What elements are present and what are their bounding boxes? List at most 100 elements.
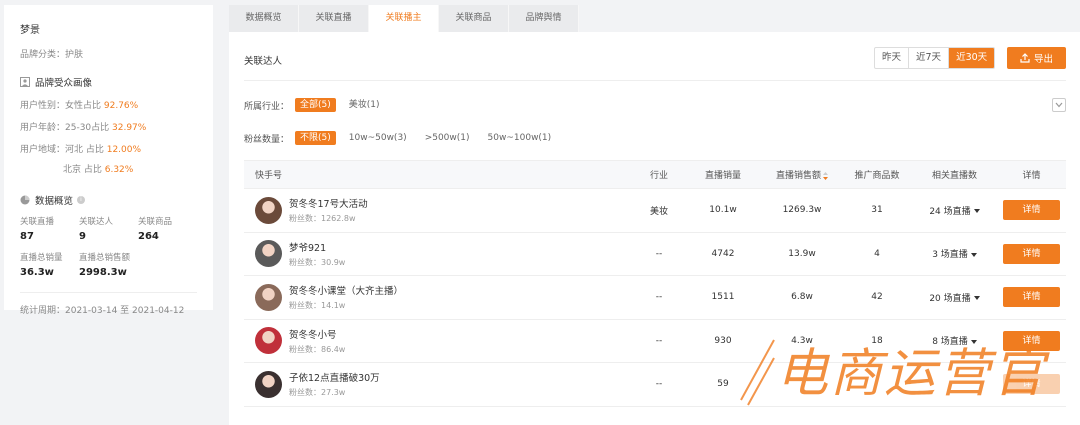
account-cell[interactable]: 贺冬冬小号粉丝数：86.4w: [244, 327, 634, 355]
streamer-name[interactable]: 梦爷921: [289, 240, 345, 254]
sort-icon: [823, 171, 828, 180]
tab-live[interactable]: 关联直播: [299, 5, 369, 32]
streamer-name[interactable]: 贺冬冬小号: [289, 327, 345, 341]
lives-cell[interactable]: 24 场直播: [912, 204, 997, 217]
tab-overview[interactable]: 数据概览: [229, 5, 299, 32]
col-revenue[interactable]: 直播销售额: [762, 168, 842, 181]
section-title: 关联达人: [244, 56, 283, 67]
table-row: 贺冬冬17号大活动 粉丝数：1262.8w 美妆 10.1w 1269.3w 31 24 场…: [244, 189, 1066, 233]
detail-button[interactable]: 详情: [1003, 374, 1060, 395]
gender-label: 用户性别：女性占比: [20, 101, 104, 111]
stat-products: 关联商品 264: [138, 215, 197, 242]
detail-button[interactable]: 详情: [1003, 243, 1060, 264]
industry-cell: --: [655, 379, 663, 390]
sales-cell: 59: [717, 379, 729, 390]
date-yesterday-button[interactable]: 昨天: [875, 48, 910, 68]
tab-sentiment[interactable]: 品牌舆情: [509, 5, 579, 32]
info-icon[interactable]: i: [77, 196, 86, 204]
gender-row: 用户性别：女性占比 92.76%: [20, 98, 197, 111]
streamer-name[interactable]: 子依12点直播破30万: [289, 370, 380, 384]
sales-cell: 930: [714, 335, 732, 346]
table-body: 贺冬冬17号大活动 粉丝数：1262.8w 美妆 10.1w 1269.3w 31 24 场…: [244, 189, 1066, 407]
region1-label: 用户地域：河北 占比: [20, 145, 107, 155]
sales-cell: 4742: [711, 248, 735, 259]
export-label: 导出: [1033, 54, 1053, 65]
table-row: 子依12点直播破30万粉丝数：27.3w -- 59 详情: [244, 363, 1066, 407]
collapse-toggle[interactable]: [1052, 98, 1066, 112]
fans-option-any[interactable]: 不限(5): [295, 131, 336, 145]
avatar: [255, 196, 282, 224]
brand-panel: 梦景 品牌分类：护肤 品牌受众画像 用户性别：女性占比 92.76% 用户年龄：…: [4, 5, 213, 316]
detail-cell: 详情: [997, 200, 1066, 221]
avatar: [255, 240, 282, 268]
region1-value: 12.00%: [106, 145, 142, 155]
region2-label: 北京 占比: [63, 165, 105, 175]
fans-option-10w-50w[interactable]: 10w~50w(3): [344, 131, 412, 145]
col-detail: 详情: [1022, 171, 1041, 181]
lives-label: 20 场直播: [929, 293, 971, 304]
fans-count: 粉丝数：86.4w: [289, 344, 346, 354]
date-30d-button[interactable]: 近30天: [949, 48, 995, 68]
region-row: 用户地域：河北 占比 12.00%: [20, 142, 197, 155]
sales-cell: 10.1w: [709, 205, 737, 216]
col-lives: 相关直播数: [931, 171, 977, 181]
account-cell[interactable]: 贺冬冬小课堂（大齐主播） 粉丝数：14.1w: [244, 283, 634, 311]
industry-option-beauty[interactable]: 美妆(1): [344, 98, 385, 112]
detail-cell: 详情: [997, 330, 1066, 351]
detail-button[interactable]: 详情: [1003, 287, 1060, 308]
stat-label: 直播总销量: [20, 253, 63, 263]
audience-title: 品牌受众画像: [35, 78, 93, 89]
caret-down-icon: [973, 296, 980, 301]
industry-option-all[interactable]: 全部(5): [295, 98, 336, 112]
overview-title: 数据概览: [35, 196, 74, 207]
lives-cell[interactable]: 20 场直播: [912, 291, 997, 304]
products-cell: 18: [871, 335, 883, 346]
streamer-name[interactable]: 贺冬冬小课堂（大齐主播）: [289, 283, 403, 297]
col-account: 快手号: [255, 171, 283, 181]
age-label: 用户年龄：25-30占比: [20, 123, 113, 133]
col-sales-label: 直播销量: [704, 171, 741, 181]
fans-count: 粉丝数：27.3w: [289, 388, 346, 398]
stat-value: 87: [20, 231, 34, 242]
avatar: [255, 370, 282, 398]
region-row-2: 北京 占比 6.32%: [20, 162, 197, 175]
col-products: 推广商品数: [854, 171, 900, 181]
lives-cell[interactable]: 3 场直播: [912, 247, 997, 260]
tab-streamers[interactable]: 关联播主: [369, 5, 439, 32]
stat-value: 36.3w: [20, 267, 54, 278]
fans-option-50w-100w[interactable]: 50w~100w(1): [483, 131, 557, 145]
industry-cell: 美妆: [649, 206, 668, 217]
table-row: 梦爷921 粉丝数：30.9w -- 4742 13.9w 4 3 场直播 详情: [244, 233, 1066, 276]
avatar: [255, 283, 282, 311]
streamer-name[interactable]: 贺冬冬17号大活动: [289, 196, 368, 210]
table-header: 快手号 行业 直播销量 直播销售额 推广商品数 相关直播数 详情: [244, 160, 1066, 189]
age-row: 用户年龄：25-30占比 32.97%: [20, 120, 197, 133]
lives-label: 24 场直播: [929, 206, 971, 217]
industry-cell: --: [655, 335, 663, 346]
products-cell: 4: [874, 248, 880, 259]
export-icon: [1020, 53, 1030, 63]
stat-label: 直播总销售额: [79, 253, 131, 263]
brand-category: 品牌分类：护肤: [20, 50, 84, 60]
date-7d-button[interactable]: 近7天: [909, 48, 950, 68]
caret-down-icon: [970, 252, 977, 257]
portrait-icon: [20, 77, 30, 87]
detail-button[interactable]: 详情: [1003, 330, 1060, 351]
revenue-cell: 13.9w: [788, 248, 816, 259]
fans-count: 粉丝数：14.1w: [289, 301, 346, 311]
detail-button[interactable]: 详情: [1003, 200, 1060, 221]
tab-products[interactable]: 关联商品: [439, 5, 509, 32]
account-cell[interactable]: 贺冬冬17号大活动粉丝数：1262.8w: [244, 196, 634, 224]
account-cell[interactable]: 子依12点直播破30万粉丝数：27.3w: [244, 370, 634, 398]
stat-influencers: 关联达人 9: [79, 215, 138, 242]
stat-period: 统计周期：2021-03-14 至 2021-04-12: [20, 306, 185, 316]
detail-cell: 详情: [997, 243, 1066, 264]
avatar: [255, 327, 282, 355]
products-cell: 42: [871, 292, 883, 303]
lives-cell[interactable]: 8 场直播: [912, 334, 997, 347]
col-sales[interactable]: 直播销量: [684, 168, 762, 181]
fans-option-500w[interactable]: >500w(1): [420, 131, 475, 145]
export-button[interactable]: 导出: [1007, 47, 1066, 69]
fans-count: 粉丝数：1262.8w: [289, 214, 356, 224]
account-cell[interactable]: 梦爷921 粉丝数：30.9w: [244, 240, 634, 268]
